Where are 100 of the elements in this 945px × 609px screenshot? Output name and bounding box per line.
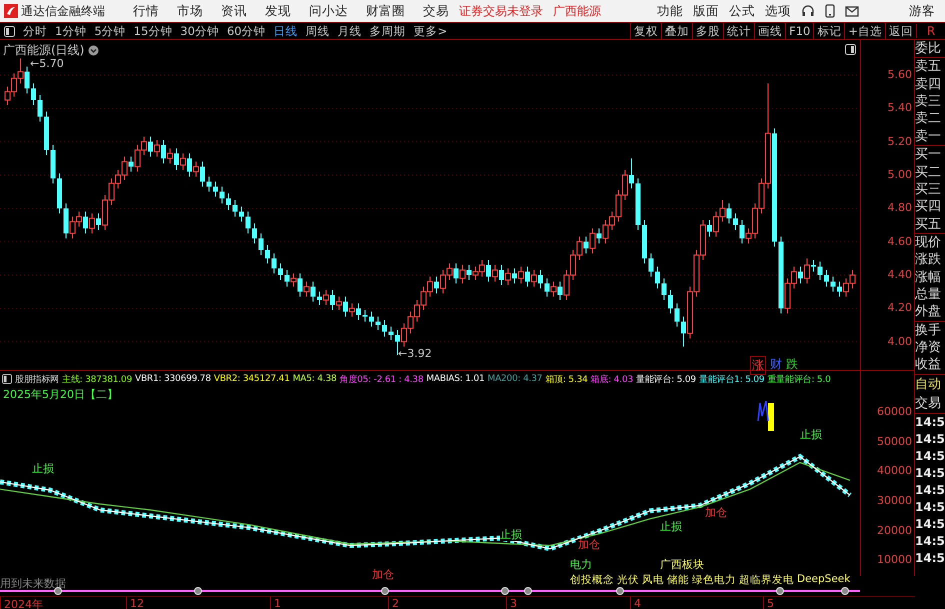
candlestick [200, 161, 205, 188]
menu-item[interactable]: 市场 [177, 2, 203, 20]
menu-item[interactable]: 选项 [765, 2, 791, 20]
candlestick [740, 220, 744, 244]
candlestick [733, 212, 738, 230]
candlestick [382, 320, 387, 338]
candlestick [531, 270, 537, 288]
menu-item[interactable]: 功能 [657, 2, 683, 20]
period-tab[interactable]: 分时 [19, 24, 51, 38]
menu-item[interactable]: 财富圈 [366, 2, 405, 20]
menu-item[interactable]: 交易 [423, 2, 449, 20]
period-tab[interactable]: 更多> [410, 24, 452, 38]
toolbar-button[interactable]: +自选 [844, 22, 885, 40]
signal-mark: 财 [770, 356, 782, 373]
candlestick [369, 311, 374, 328]
trade-time: 14:5 [915, 516, 945, 533]
phone-icon[interactable] [825, 4, 835, 18]
toolbar-button[interactable]: 标记 [813, 22, 844, 40]
toolbar-button[interactable]: 画线 [754, 22, 786, 40]
menu-item[interactable]: 行情 [133, 2, 159, 20]
candlestick [330, 290, 335, 310]
axis-tick-label: 5.20 [888, 134, 912, 148]
concept-tag: 超临界发电 [739, 573, 794, 587]
period-tab[interactable]: 日线 [270, 24, 302, 38]
toolbar-button[interactable]: 统计 [723, 22, 754, 40]
concept-tag: 光伏 [617, 573, 639, 587]
quote-label: 涨跌 [915, 251, 942, 269]
candlestick [811, 260, 816, 272]
candlestick [584, 236, 588, 254]
toolbar-button[interactable]: 叠加 [661, 22, 692, 40]
panel-tab[interactable]: 自动 [915, 374, 945, 394]
quote-label: 换手 [915, 322, 942, 340]
candlestick [662, 278, 666, 300]
indicator-value: 量能评台: 5.09 [636, 374, 696, 386]
dropdown-icon[interactable] [88, 45, 100, 56]
candlestick [558, 281, 562, 300]
indicator-value: 重量能评台: 5.0 [767, 374, 831, 386]
headset-icon[interactable] [801, 4, 815, 18]
period-tab[interactable]: 1分钟 [51, 24, 90, 38]
period-tab[interactable]: 15分钟 [130, 24, 176, 38]
menu-item[interactable]: 问小达 [309, 2, 348, 20]
candlestick [298, 272, 302, 298]
axis-tick-label: 4.20 [888, 301, 912, 314]
candlestick [252, 222, 257, 244]
period-tab[interactable]: 周线 [302, 24, 334, 38]
toolbar-button[interactable]: 返回 [885, 22, 916, 40]
candlestick [24, 66, 30, 94]
quote-label: 收益 [915, 356, 942, 374]
signal-label: 加仓 [372, 569, 394, 581]
indicator-value: 角度05: -2.61 : 4.38 [340, 374, 424, 386]
candlestick [89, 212, 95, 234]
axis-tick-label: 4.80 [888, 201, 912, 214]
indicator-name[interactable]: 股朋指标网 [15, 372, 60, 386]
quote-label: 净资 [915, 339, 942, 356]
menu-item[interactable]: 版面 [693, 2, 719, 20]
date-axis-label: 1 [270, 597, 281, 609]
quote-label: 卖一 [915, 128, 942, 146]
menu-item[interactable]: 资讯 [221, 2, 247, 20]
login-status[interactable]: 证券交易未登录 [459, 2, 543, 20]
candlestick [304, 281, 310, 298]
toolbar-button[interactable]: 复权 [630, 22, 662, 40]
candlestick [804, 258, 810, 284]
candlestick [824, 270, 829, 288]
period-tab[interactable]: 多周期 [366, 24, 410, 38]
candlestick [550, 281, 556, 298]
axis-tick-label: 5.60 [888, 68, 912, 81]
period-tab[interactable]: 月线 [334, 24, 366, 38]
panel-toggle-icon[interactable] [2, 374, 12, 384]
menu-item[interactable]: 公式 [729, 2, 755, 20]
menu-item[interactable]: 发现 [265, 2, 291, 20]
concept-tag: 绿色电力 [692, 573, 736, 587]
candlestick [31, 82, 36, 106]
candlestick [343, 296, 348, 318]
mail-icon[interactable] [845, 6, 859, 16]
user-name[interactable]: 游客 [909, 2, 935, 20]
signal-mark: 涨 [750, 356, 766, 375]
candlestick [798, 266, 803, 284]
candlestick [590, 228, 596, 254]
signal-label: 止损 [32, 463, 54, 475]
candlestick [596, 228, 602, 244]
candlestick [284, 270, 290, 288]
candlestick [629, 158, 634, 189]
period-tab[interactable]: 30分钟 [176, 24, 223, 38]
panel-toggle-icon[interactable] [4, 26, 15, 36]
axis-tick-label: 30000 [877, 494, 912, 508]
period-tab[interactable]: 5分钟 [90, 24, 130, 38]
panel-toggle-icon[interactable] [845, 44, 856, 55]
indicator-date: 2025年5月20日【二】 [2, 387, 119, 401]
quote-label: 买三 [915, 180, 942, 198]
candlestick [180, 152, 186, 170]
period-tab[interactable]: 60分钟 [222, 24, 270, 38]
toolbar-button[interactable]: F10 [785, 22, 814, 40]
candlestick [290, 272, 296, 288]
indicator-value: 主线: 387381.09 [62, 374, 132, 386]
axis-tick-label: 4.40 [888, 268, 912, 281]
candlestick [349, 302, 355, 318]
panel-tab[interactable]: 交易 [915, 394, 945, 413]
toolbar-button[interactable]: 多股 [692, 22, 724, 40]
candlestick [544, 278, 550, 298]
candlestick [674, 302, 680, 328]
